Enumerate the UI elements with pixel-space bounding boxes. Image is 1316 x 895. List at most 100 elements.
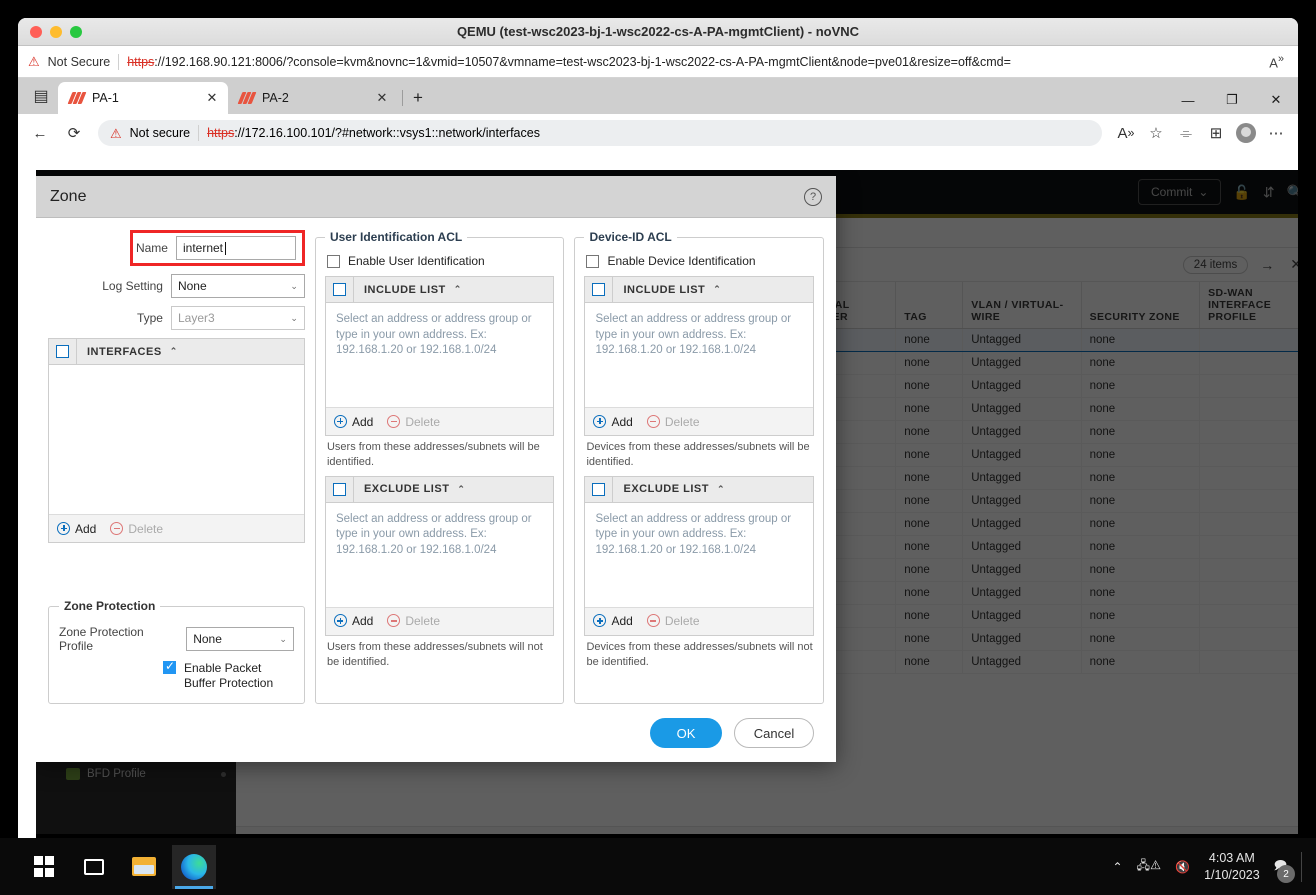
table-cell: none bbox=[1081, 466, 1201, 490]
enable-user-identification-label: Enable User Identification bbox=[347, 254, 485, 268]
outer-url-text[interactable]: https://192.168.90.121:8006/?console=kvm… bbox=[127, 55, 1011, 69]
outer-address-bar[interactable]: ⚠ Not Secure https://192.168.90.121:8006… bbox=[18, 46, 1298, 78]
settings-more-icon[interactable]: ⋯ bbox=[1262, 119, 1290, 147]
device-exclude-header-label: EXCLUDE LIST bbox=[623, 483, 709, 496]
type-select[interactable]: Layer3 ⌄ bbox=[170, 306, 305, 330]
zone-protection-profile-select[interactable]: None ⌄ bbox=[186, 627, 294, 651]
device-exclude-select-all-checkbox[interactable] bbox=[585, 476, 614, 502]
device-include-add-button[interactable]: Add bbox=[593, 414, 633, 429]
taskbar-clock[interactable]: 4:03 AM 1/10/2023 bbox=[1204, 850, 1260, 884]
file-explorer-icon[interactable] bbox=[122, 845, 166, 889]
interfaces-header-label: INTERFACES bbox=[87, 345, 162, 358]
device-include-header-label: INCLUDE LIST bbox=[623, 283, 706, 296]
new-tab-button[interactable]: + bbox=[405, 88, 431, 114]
sort-ascending-icon[interactable]: ⌃ bbox=[454, 284, 462, 295]
address-bar[interactable]: ⚠ Not secure https://172.16.100.101/?#ne… bbox=[98, 120, 1102, 146]
user-include-select-all-checkbox[interactable] bbox=[326, 277, 354, 302]
table-column-header[interactable]: TAG bbox=[895, 282, 964, 329]
type-label: Type bbox=[136, 311, 163, 325]
user-exclude-list[interactable]: Select an address or address group or ty… bbox=[325, 502, 554, 607]
sidebar-item-bfd-profile[interactable]: BFD Profile bbox=[36, 764, 236, 784]
device-include-select-all-checkbox[interactable] bbox=[585, 277, 614, 302]
microsoft-edge-icon[interactable] bbox=[172, 844, 216, 889]
interfaces-add-button[interactable]: Add bbox=[57, 521, 96, 536]
lock-icon[interactable]: 🔓 bbox=[1233, 184, 1250, 201]
ok-button[interactable]: OK bbox=[650, 718, 722, 748]
favorite-star-icon[interactable]: ☆ bbox=[1142, 119, 1170, 147]
read-aloud-icon[interactable]: A» bbox=[1112, 119, 1140, 147]
profile-avatar[interactable] bbox=[1232, 119, 1260, 147]
table-cell: Untagged bbox=[962, 604, 1082, 628]
table-column-header[interactable]: SECURITY ZONE bbox=[1081, 282, 1201, 329]
device-exclude-delete-label: Delete bbox=[664, 614, 700, 629]
close-tab-button[interactable]: ✕ bbox=[374, 90, 390, 106]
user-exclude-header-wrap: EXCLUDE LIST ⌃ bbox=[354, 483, 466, 495]
divider bbox=[1301, 851, 1302, 882]
panos-footer: admin | Logout | Last Login Time: 01/09/… bbox=[36, 834, 1298, 838]
packet-buffer-protection-checkbox[interactable] bbox=[162, 659, 176, 674]
browser-tab-pa-2[interactable]: PA-2 ✕ bbox=[228, 82, 398, 114]
sort-ascending-icon[interactable]: ⌃ bbox=[713, 284, 721, 295]
show-hidden-icons-chevron[interactable]: ⌃ bbox=[1113, 860, 1123, 874]
device-exclude-add-button[interactable]: Add bbox=[593, 614, 633, 628]
clear-filter-icon[interactable]: ✕ bbox=[1286, 256, 1298, 273]
interfaces-select-all-checkbox[interactable] bbox=[49, 339, 77, 364]
minimize-button[interactable]: — bbox=[1166, 93, 1210, 108]
close-button[interactable]: ✕ bbox=[1254, 92, 1298, 108]
divider bbox=[402, 90, 403, 106]
log-setting-select[interactable]: None ⌄ bbox=[170, 274, 305, 298]
sort-ascending-icon[interactable]: ⌃ bbox=[457, 484, 465, 495]
device-exclude-delete-button: Delete bbox=[646, 614, 700, 629]
network-warning-icon[interactable]: 🖧⚠ bbox=[1137, 856, 1162, 877]
sort-ascending-icon[interactable]: ⌃ bbox=[170, 346, 178, 357]
edge-browser-chrome: ▤ PA-1 ✕ PA-2 ✕ + — ❐ ✕ ← ⟳ ⚠ Not secure… bbox=[18, 78, 1298, 152]
enable-device-identification-checkbox[interactable] bbox=[586, 254, 600, 268]
back-button[interactable]: ← bbox=[26, 119, 54, 147]
refresh-button[interactable]: ⟳ bbox=[60, 119, 88, 147]
taskbar-time: 4:03 AM bbox=[1208, 850, 1255, 865]
next-page-icon[interactable]: → bbox=[1256, 257, 1278, 273]
volume-muted-icon[interactable]: 🔇 bbox=[1175, 860, 1190, 874]
favorites-bar-icon[interactable]: ⌯ bbox=[1172, 119, 1200, 147]
user-include-header-wrap: INCLUDE LIST ⌃ bbox=[354, 284, 462, 296]
user-exclude-add-button[interactable]: Add bbox=[333, 614, 373, 628]
table-column-header[interactable]: SD-WAN INTERFACE PROFILE bbox=[1199, 282, 1298, 329]
device-include-list[interactable]: Select an address or address group or ty… bbox=[585, 303, 813, 407]
enable-device-identification-row: Enable Device Identification bbox=[586, 254, 814, 268]
type-row: Type Layer3 ⌄ bbox=[48, 306, 305, 330]
enable-user-identification-checkbox[interactable] bbox=[326, 254, 340, 268]
read-aloud-icon[interactable]: A» bbox=[1269, 53, 1288, 70]
config-transfer-icon[interactable]: ⇵ bbox=[1263, 184, 1275, 201]
collections-icon[interactable]: ⊞ bbox=[1202, 119, 1230, 147]
device-exclude-header-wrap: EXCLUDE LIST ⌃ bbox=[613, 483, 725, 495]
enable-user-identification-row: Enable User Identification bbox=[326, 254, 555, 268]
user-include-add-button[interactable]: Add bbox=[333, 414, 373, 429]
name-input[interactable]: internet bbox=[175, 236, 296, 260]
close-tab-button[interactable]: ✕ bbox=[204, 90, 220, 106]
commit-button[interactable]: Commit ⌄ bbox=[1137, 179, 1222, 205]
interfaces-list[interactable] bbox=[49, 365, 304, 514]
device-exclude-list[interactable]: Select an address or address group or ty… bbox=[585, 502, 813, 607]
chevron-down-icon: ⌄ bbox=[1198, 185, 1209, 199]
notification-center-icon[interactable]: 🗩 2 bbox=[1274, 856, 1295, 883]
table-cell: none bbox=[895, 443, 964, 467]
maximize-button[interactable]: ❐ bbox=[1210, 92, 1254, 108]
interfaces-delete-label: Delete bbox=[128, 521, 164, 536]
table-cell: none bbox=[1081, 604, 1201, 628]
sort-ascending-icon[interactable]: ⌃ bbox=[717, 484, 725, 495]
table-column-header[interactable]: VLAN / VIRTUAL-WIRE bbox=[962, 282, 1082, 329]
table-cell bbox=[1199, 604, 1298, 628]
windows-start-icon[interactable] bbox=[22, 845, 66, 889]
table-cell bbox=[1199, 558, 1298, 582]
url-text[interactable]: https://172.16.100.101/?#network::vsys1:… bbox=[207, 126, 540, 140]
user-exclude-select-all-checkbox[interactable] bbox=[326, 476, 354, 502]
table-cell: none bbox=[1081, 443, 1201, 467]
task-view-icon[interactable] bbox=[72, 845, 116, 889]
help-icon[interactable]: ? bbox=[804, 187, 822, 206]
browser-tab-pa-1[interactable]: PA-1 ✕ bbox=[58, 82, 228, 114]
tab-actions-icon[interactable]: ▤ bbox=[24, 81, 58, 111]
user-include-list[interactable]: Select an address or address group or ty… bbox=[325, 303, 554, 407]
browser-tab-label: PA-1 bbox=[92, 91, 119, 105]
search-icon[interactable]: 🔍 bbox=[1287, 184, 1298, 201]
cancel-button[interactable]: Cancel bbox=[734, 718, 814, 748]
